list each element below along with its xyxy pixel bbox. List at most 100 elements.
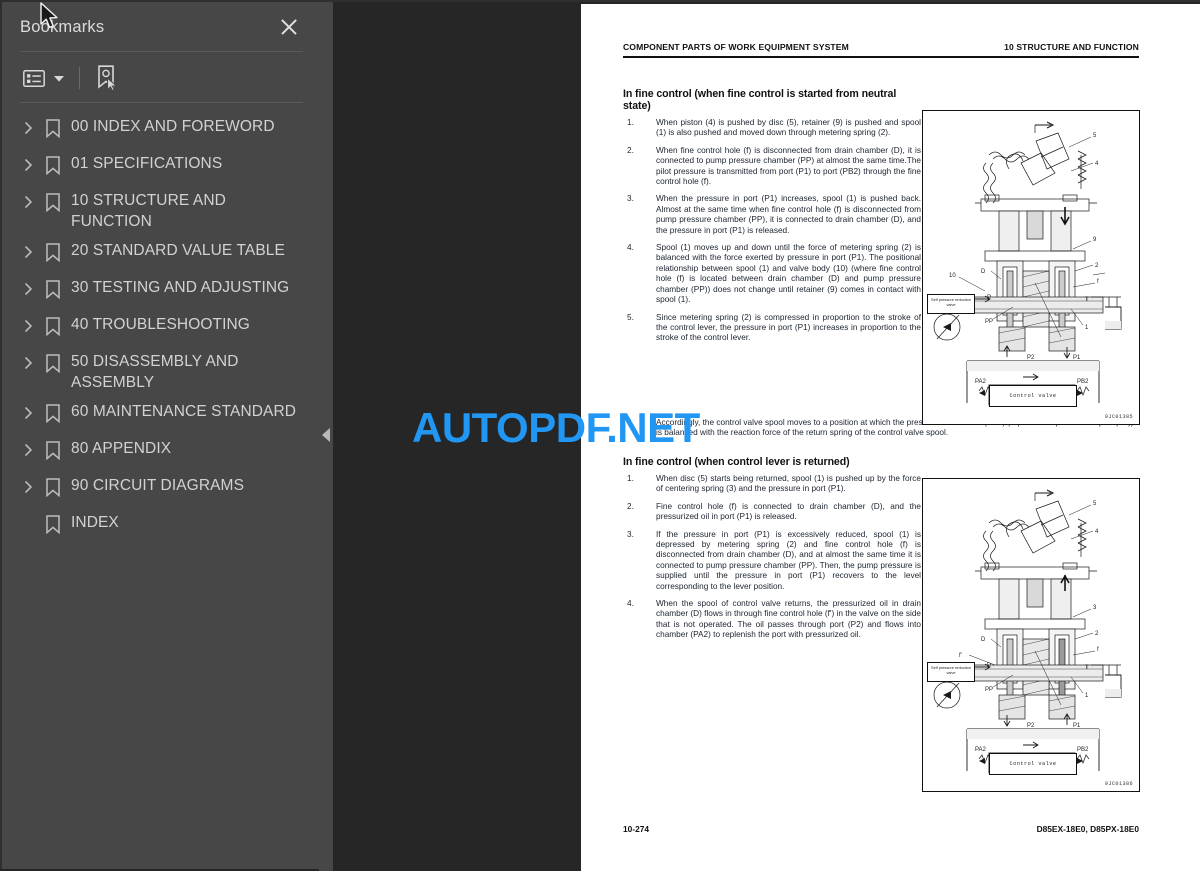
svg-text:P1: P1	[1073, 723, 1081, 729]
svg-text:f': f'	[959, 653, 962, 659]
bookmark-item-label: 30 TESTING AND ADJUSTING	[71, 279, 290, 296]
svg-text:D: D	[981, 637, 986, 643]
bookmark-item-label: 20 STANDARD VALUE TABLE	[71, 242, 285, 259]
bookmarks-panel: Bookmarks 00 INDEX AND FOREWORD 01 SPECI…	[0, 0, 319, 869]
step-text: When the pressure in port (P1) increases…	[656, 194, 921, 235]
bookmark-flag-icon	[40, 191, 66, 213]
hydraulic-schematic-diagram-2: 5 4 3 2 f f' D P T PP 1 P2 P1 PA2 PB2 Se…	[922, 478, 1140, 792]
bookmark-item-10[interactable]: INDEX	[2, 508, 319, 545]
svg-text:5: 5	[1093, 133, 1097, 139]
bookmark-item-label: INDEX	[71, 514, 119, 531]
svg-text:T: T	[1085, 297, 1089, 303]
collapse-arrow	[322, 428, 330, 442]
page-title: Bookmarks	[20, 17, 105, 36]
bookmark-flag-icon	[40, 315, 66, 337]
bookmark-item-6[interactable]: 50 DISASSEMBLY AND ASSEMBLY	[2, 347, 319, 397]
list-item: 4. Spool (1) moves up and down until the…	[623, 243, 921, 305]
control-valve-label: Control valve	[989, 753, 1077, 775]
page-number: 10-274	[623, 824, 650, 834]
svg-text:10: 10	[949, 273, 956, 279]
bookmark-item-8[interactable]: 80 APPENDIX	[2, 434, 319, 471]
bookmark-item-1[interactable]: 01 SPECIFICATIONS	[2, 149, 319, 186]
list-item: 3. When the pressure in port (P1) increa…	[623, 194, 921, 236]
svg-text:PP: PP	[985, 687, 993, 693]
bookmark-flag-icon	[40, 154, 66, 176]
svg-text:3: 3	[1093, 605, 1097, 611]
model-numbers: D85EX-18E0, D85PX-18E0	[1036, 824, 1139, 834]
bookmarks-toolbar	[20, 60, 122, 96]
schematic-svg: 5 4 9 2 f 10 D P T PP 1 P2 P1 PA2 PB2	[933, 121, 1122, 406]
section-1-body: In fine control (when fine control is st…	[623, 88, 921, 351]
bookmark-item-label: 40 TROUBLESHOOTING	[71, 316, 250, 333]
list-item: 1. When disc (5) starts being returned, …	[623, 474, 921, 495]
bookmark-item-label: 90 CIRCUIT DIAGRAMS	[71, 477, 245, 494]
step-text: If the pressure in port (P1) is excessiv…	[656, 529, 921, 591]
step-number: 1.	[627, 118, 634, 127]
bookmark-flag-icon	[40, 439, 66, 461]
app-root: Bookmarks 00 INDEX AND FOREWORD 01 SPECI…	[0, 0, 1200, 871]
close-icon[interactable]	[277, 15, 301, 39]
step-text: When fine control hole (f) is disconnect…	[656, 145, 921, 187]
control-valve-label: Control valve	[989, 385, 1077, 407]
chevron-right-icon[interactable]	[16, 117, 40, 139]
step-number: 4.	[627, 599, 634, 609]
bookmark-flag-icon	[40, 352, 66, 374]
step-text: When disc (5) starts being returned, spo…	[656, 474, 921, 494]
svg-text:PB2: PB2	[1077, 747, 1089, 753]
chevron-right-icon[interactable]	[16, 278, 40, 300]
step-number: 5.	[627, 312, 634, 322]
svg-text:2: 2	[1095, 263, 1099, 269]
pdf-page: COMPONENT PARTS OF WORK EQUIPMENT SYSTEM…	[581, 4, 1200, 871]
svg-text:9: 9	[1093, 237, 1097, 243]
svg-text:4: 4	[1095, 161, 1099, 167]
list-item: 3. If the pressure in port (P1) is exces…	[623, 530, 921, 592]
bookmark-item-5[interactable]: 40 TROUBLESHOOTING	[2, 310, 319, 347]
section-2-title: In fine control (when control lever is r…	[623, 456, 850, 468]
step-text: When the spool of control valve returns,…	[656, 599, 921, 640]
hydraulic-schematic-diagram-1: 5 4 9 2 f 10 D P T PP 1 P2 P1 PA2 PB2 Se…	[922, 110, 1140, 425]
svg-text:P: P	[987, 295, 991, 301]
diagram-id: 9JC01385	[1104, 414, 1133, 420]
bookmark-item-3[interactable]: 20 STANDARD VALUE TABLE	[2, 236, 319, 273]
chevron-down-icon[interactable]	[48, 62, 67, 94]
diagram-id: 9JC01386	[1104, 781, 1133, 787]
list-item: 2. Fine control hole (f) is connected to…	[623, 502, 921, 523]
bookmark-flag-icon	[40, 513, 66, 535]
step-text: When piston (4) is pushed by disc (5), r…	[656, 118, 921, 138]
page-running-header: COMPONENT PARTS OF WORK EQUIPMENT SYSTEM…	[623, 42, 1139, 52]
section-1-title: In fine control (when fine control is st…	[623, 88, 897, 112]
chevron-right-icon[interactable]	[16, 439, 40, 461]
list-item: 4. When the spool of control valve retur…	[623, 599, 921, 641]
list-options-icon[interactable]	[20, 62, 48, 94]
document-viewer[interactable]: COMPONENT PARTS OF WORK EQUIPMENT SYSTEM…	[333, 0, 1200, 871]
chevron-right-icon[interactable]	[16, 241, 40, 263]
schematic-svg: 5 4 3 2 f f' D P T PP 1 P2 P1 PA2 PB2	[933, 489, 1122, 774]
bookmarks-list[interactable]: 00 INDEX AND FOREWORD 01 SPECIFICATIONS	[2, 106, 319, 869]
bookmark-item-2[interactable]: 10 STRUCTURE AND FUNCTION	[2, 186, 319, 236]
header-left-text: COMPONENT PARTS OF WORK EQUIPMENT SYSTEM	[623, 42, 849, 52]
collapse-left-icon[interactable]	[319, 418, 333, 452]
chevron-right-icon[interactable]	[16, 191, 40, 213]
bookmark-flag-icon	[40, 278, 66, 300]
section-1-steps: 1. When piston (4) is pushed by disc (5)…	[623, 118, 921, 344]
bookmark-item-label: 01 SPECIFICATIONS	[71, 155, 223, 172]
step-text: Since metering spring (2) is compressed …	[656, 312, 921, 343]
header-rule	[623, 56, 1139, 59]
chevron-right-icon[interactable]	[16, 315, 40, 337]
divider	[20, 102, 303, 103]
bookmark-item-4[interactable]: 30 TESTING AND ADJUSTING	[2, 273, 319, 310]
chevron-right-icon[interactable]	[16, 476, 40, 498]
chevron-right-icon[interactable]	[16, 352, 40, 374]
find-current-bookmark-icon[interactable]	[92, 62, 122, 94]
divider	[20, 51, 303, 52]
chevron-right-icon[interactable]	[16, 402, 40, 424]
chevron-right-icon[interactable]	[16, 154, 40, 176]
bookmark-item-7[interactable]: 60 MAINTENANCE STANDARD	[2, 397, 319, 434]
bookmark-item-9[interactable]: 90 CIRCUIT DIAGRAMS	[2, 471, 319, 508]
bookmark-item-0[interactable]: 00 INDEX AND FOREWORD	[2, 112, 319, 149]
bookmarks-panel-header: Bookmarks	[2, 2, 319, 52]
svg-text:1: 1	[1085, 325, 1089, 331]
svg-text:PP: PP	[985, 319, 993, 325]
toolbar-divider	[79, 67, 80, 89]
step-number: 3.	[627, 529, 634, 539]
